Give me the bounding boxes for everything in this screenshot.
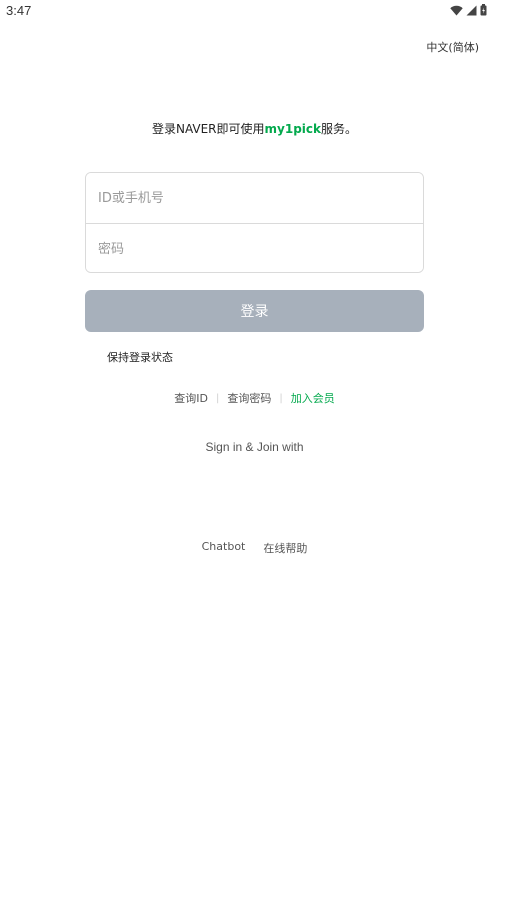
language-selector[interactable]: 中文(简体) bbox=[426, 39, 479, 55]
headline-suffix: 服务。 bbox=[321, 122, 358, 136]
footer-gap bbox=[245, 540, 263, 556]
login-headline: 登录NAVER即可使用my1pick服务。 bbox=[0, 120, 509, 137]
find-password-link[interactable]: 查询密码 bbox=[227, 390, 271, 406]
password-input[interactable] bbox=[86, 224, 423, 272]
chatbot-link[interactable]: Chatbot bbox=[202, 540, 246, 556]
status-bar: 3:47 bbox=[0, 0, 509, 22]
online-help-link[interactable]: 在线帮助 bbox=[263, 540, 307, 556]
status-icons bbox=[450, 4, 487, 16]
status-time: 3:47 bbox=[6, 3, 32, 18]
keep-login-option[interactable]: 保持登录状态 bbox=[107, 349, 173, 365]
login-button[interactable]: 登录 bbox=[85, 290, 424, 332]
account-links: 查询ID | 查询密码 | 加入会员 bbox=[0, 390, 509, 406]
signal-icon bbox=[466, 5, 477, 15]
headline-prefix: 登录NAVER即可使用 bbox=[151, 122, 265, 136]
service-brand-name: my1pick bbox=[264, 122, 322, 136]
link-separator: | bbox=[215, 392, 220, 404]
battery-icon bbox=[480, 4, 487, 16]
login-form bbox=[85, 172, 424, 273]
find-id-link[interactable]: 查询ID bbox=[174, 390, 208, 406]
social-login-label: Sign in & Join with bbox=[205, 440, 304, 454]
id-input[interactable] bbox=[86, 173, 423, 223]
wifi-icon bbox=[450, 5, 463, 15]
footer-links: Chatbot 在线帮助 bbox=[0, 540, 509, 556]
link-separator: | bbox=[279, 392, 283, 404]
join-membership-link[interactable]: 加入会员 bbox=[291, 390, 335, 406]
